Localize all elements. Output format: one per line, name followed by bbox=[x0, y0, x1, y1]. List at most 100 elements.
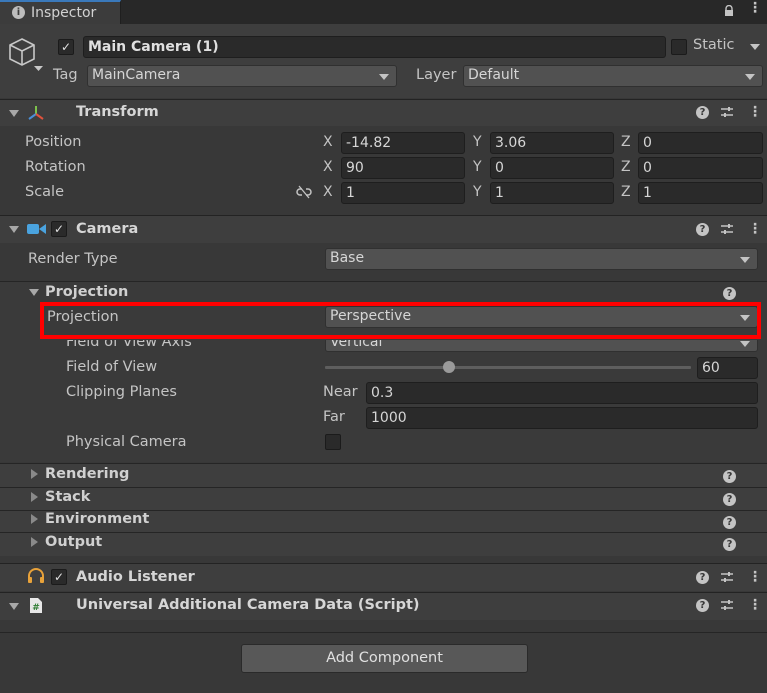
preset-icon[interactable] bbox=[720, 105, 734, 123]
section-divider bbox=[0, 632, 767, 633]
active-checkbox[interactable]: ✓ bbox=[58, 39, 74, 55]
static-dropdown-caret[interactable] bbox=[750, 44, 760, 50]
camera-enabled-checkbox[interactable]: ✓ bbox=[51, 221, 67, 237]
far-value: 1000 bbox=[371, 410, 407, 426]
scale-z-field[interactable]: 1 bbox=[638, 182, 763, 204]
fold-arrow-icon[interactable] bbox=[29, 289, 39, 296]
physical-camera-label: Physical Camera bbox=[66, 434, 187, 450]
rendering-title: Rendering bbox=[45, 466, 130, 482]
position-y-field[interactable]: 3.06 bbox=[490, 132, 614, 154]
fold-arrow-icon[interactable] bbox=[9, 226, 19, 233]
fold-arrow-icon[interactable] bbox=[31, 537, 38, 547]
position-label: Position bbox=[25, 134, 82, 150]
rotation-y-field[interactable]: 0 bbox=[490, 157, 614, 179]
far-label[interactable]: Far bbox=[323, 409, 345, 425]
tab-menu-icon[interactable]: ⋮ bbox=[748, 1, 762, 15]
camera-icon bbox=[27, 222, 46, 240]
rotation-y-value: 0 bbox=[495, 160, 504, 176]
render-type-value: Base bbox=[330, 250, 365, 266]
help-icon[interactable]: ? bbox=[696, 223, 709, 236]
constrain-proportions-icon[interactable] bbox=[296, 185, 312, 203]
fold-arrow-icon[interactable] bbox=[9, 603, 19, 610]
physical-camera-checkbox[interactable] bbox=[325, 434, 341, 450]
fov-value: 60 bbox=[702, 360, 720, 376]
help-icon[interactable]: ? bbox=[696, 599, 709, 612]
position-x-value: -14.82 bbox=[346, 135, 392, 151]
near-label[interactable]: Near bbox=[323, 384, 358, 400]
layer-value: Default bbox=[468, 67, 520, 83]
preset-icon[interactable] bbox=[720, 570, 734, 588]
help-icon[interactable]: ? bbox=[723, 470, 736, 483]
fov-slider-track[interactable] bbox=[325, 366, 691, 369]
help-icon[interactable]: ? bbox=[696, 106, 709, 119]
component-menu-icon[interactable]: ⋮ bbox=[748, 222, 762, 236]
help-icon[interactable]: ? bbox=[723, 516, 736, 529]
rotation-x-field[interactable]: 90 bbox=[341, 157, 465, 179]
axis-y-label[interactable]: Y bbox=[473, 184, 482, 200]
render-type-dropdown[interactable]: Base bbox=[325, 248, 758, 270]
rotation-z-field[interactable]: 0 bbox=[638, 157, 763, 179]
fov-field[interactable]: 60 bbox=[697, 357, 758, 379]
axis-z-label[interactable]: Z bbox=[621, 184, 631, 200]
scale-x-field[interactable]: 1 bbox=[341, 182, 465, 204]
position-y-value: 3.06 bbox=[495, 135, 527, 151]
layer-dropdown[interactable]: Default bbox=[463, 65, 763, 87]
fov-label: Field of View bbox=[66, 359, 158, 375]
position-z-value: 0 bbox=[643, 135, 652, 151]
script-icon: # bbox=[29, 597, 43, 618]
axis-x-label[interactable]: X bbox=[323, 184, 333, 200]
transform-title: Transform bbox=[76, 104, 159, 120]
clipping-planes-label: Clipping Planes bbox=[66, 384, 177, 400]
output-section[interactable] bbox=[0, 533, 767, 556]
info-icon: i bbox=[12, 6, 25, 19]
preset-icon[interactable] bbox=[720, 222, 734, 240]
fold-arrow-icon[interactable] bbox=[9, 110, 19, 117]
far-field[interactable]: 1000 bbox=[366, 407, 758, 429]
audio-listener-checkbox[interactable]: ✓ bbox=[51, 569, 67, 585]
axis-z-label[interactable]: Z bbox=[621, 159, 631, 175]
axis-y-label[interactable]: Y bbox=[473, 159, 482, 175]
position-z-field[interactable]: 0 bbox=[638, 132, 763, 154]
projection-section-title[interactable]: Projection bbox=[45, 284, 128, 300]
axis-x-label[interactable]: X bbox=[323, 134, 333, 150]
stack-section[interactable] bbox=[0, 488, 767, 511]
static-label: Static bbox=[693, 37, 735, 53]
fold-arrow-icon[interactable] bbox=[31, 492, 38, 502]
stack-title: Stack bbox=[45, 489, 91, 505]
position-x-field[interactable]: -14.82 bbox=[341, 132, 465, 154]
headphones-icon bbox=[27, 568, 45, 588]
tab-inspector[interactable]: i Inspector bbox=[0, 0, 121, 24]
help-icon[interactable]: ? bbox=[723, 538, 736, 551]
axis-y-label[interactable]: Y bbox=[473, 134, 482, 150]
near-value: 0.3 bbox=[371, 385, 394, 401]
object-name-field[interactable]: Main Camera (1) bbox=[83, 36, 666, 58]
output-title: Output bbox=[45, 534, 103, 550]
svg-text:#: # bbox=[32, 603, 40, 613]
static-checkbox[interactable] bbox=[671, 39, 687, 55]
scale-y-field[interactable]: 1 bbox=[490, 182, 614, 204]
tab-label: Inspector bbox=[31, 5, 97, 21]
scale-label: Scale bbox=[25, 184, 65, 200]
gameobject-cube-icon[interactable] bbox=[8, 36, 44, 76]
help-icon[interactable]: ? bbox=[696, 571, 709, 584]
transform-icon bbox=[27, 104, 45, 126]
tag-dropdown[interactable]: MainCamera bbox=[87, 65, 397, 87]
environment-title: Environment bbox=[45, 511, 150, 527]
preset-icon[interactable] bbox=[720, 598, 734, 616]
near-field[interactable]: 0.3 bbox=[366, 382, 758, 404]
fold-arrow-icon[interactable] bbox=[31, 514, 38, 524]
fold-arrow-icon[interactable] bbox=[31, 469, 38, 479]
axis-z-label[interactable]: Z bbox=[621, 134, 631, 150]
camera-title: Camera bbox=[76, 221, 139, 237]
lock-icon[interactable] bbox=[724, 4, 734, 17]
chevron-down-icon bbox=[745, 74, 755, 80]
help-icon[interactable]: ? bbox=[723, 493, 736, 506]
component-menu-icon[interactable]: ⋮ bbox=[748, 105, 762, 119]
rotation-label: Rotation bbox=[25, 159, 86, 175]
chevron-down-icon bbox=[740, 257, 750, 263]
axis-x-label[interactable]: X bbox=[323, 159, 333, 175]
component-menu-icon[interactable]: ⋮ bbox=[748, 570, 762, 584]
help-icon[interactable]: ? bbox=[723, 287, 736, 300]
add-component-button[interactable]: Add Component bbox=[241, 644, 528, 673]
component-menu-icon[interactable]: ⋮ bbox=[748, 598, 762, 612]
